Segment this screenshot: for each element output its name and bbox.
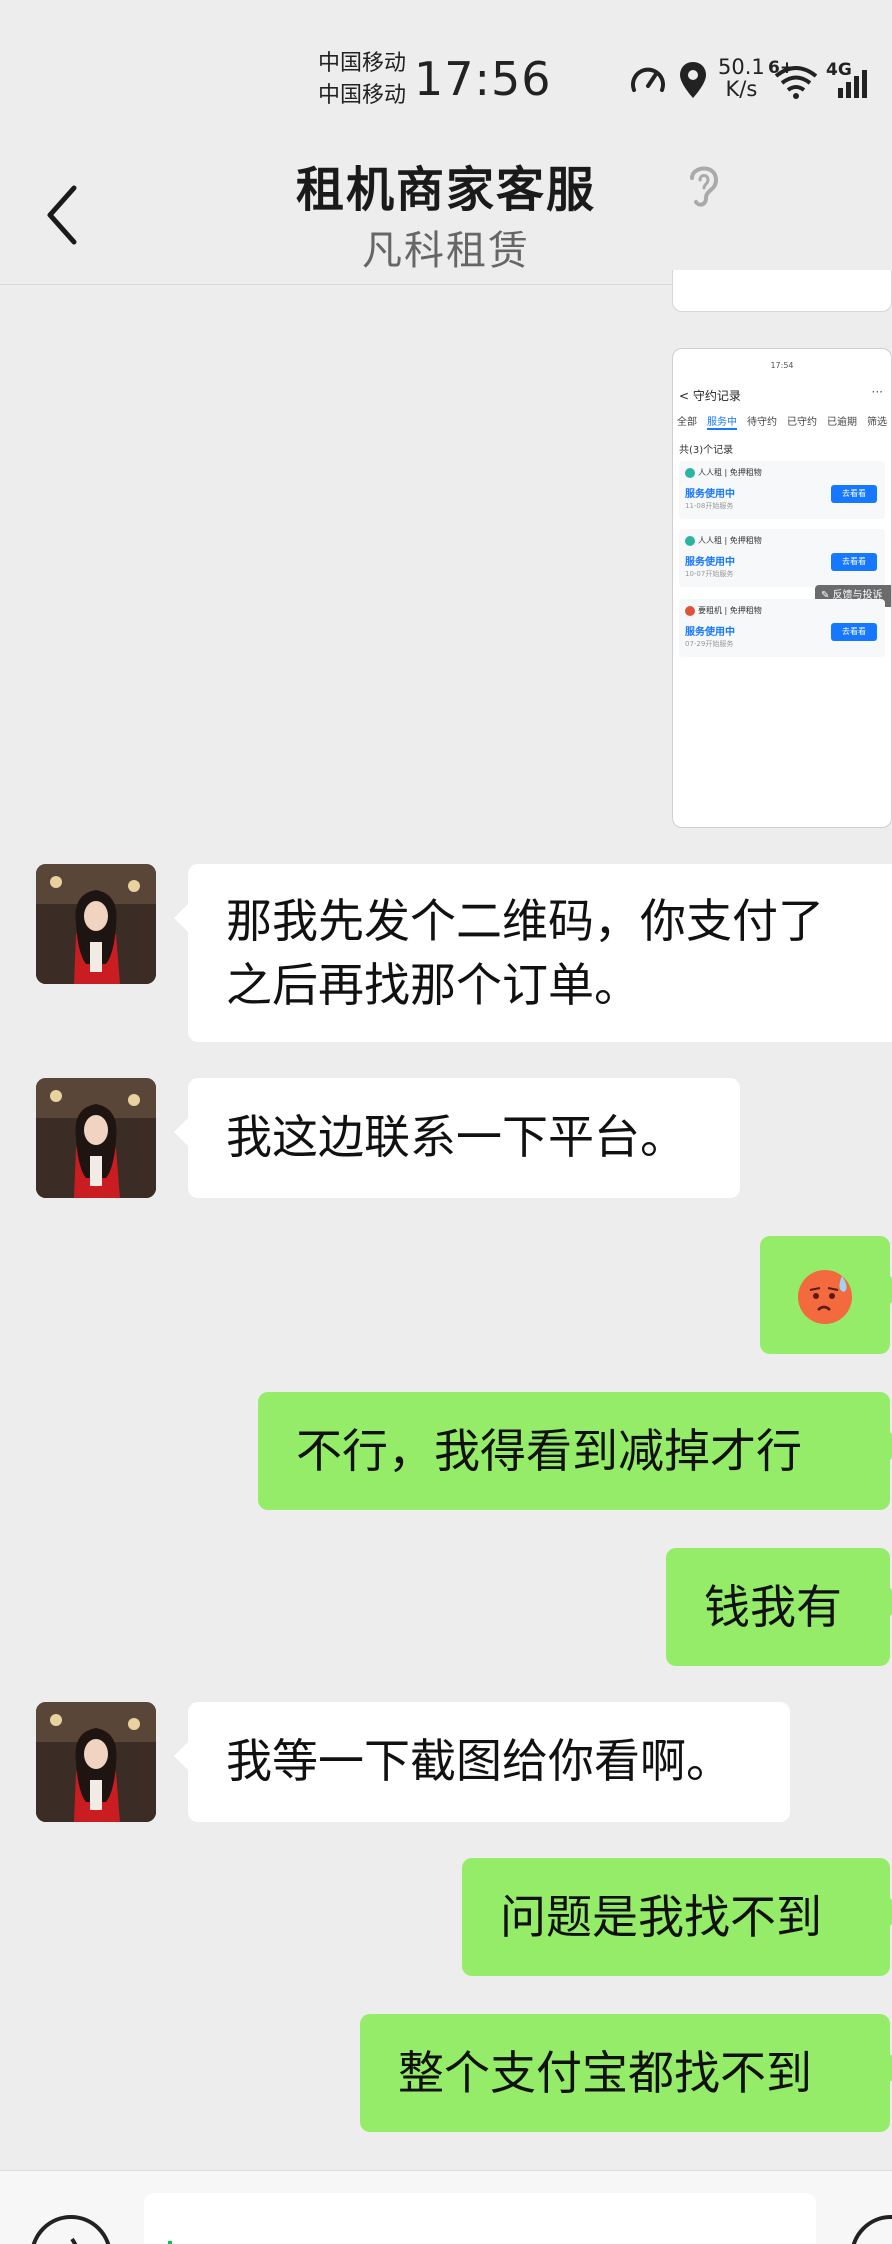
shot-page-title: < 守约记录 [679,389,741,403]
shot-tabs: 全部 服务中 待守约 已守约 已逾期 筛选 [677,413,887,430]
input-bar [0,2170,892,2244]
speedometer-icon [631,67,665,92]
message-bubble-incoming[interactable]: 我这边联系一下平台。 [174,1078,740,1198]
speed-unit: K/s [725,77,758,101]
message-bubble-outgoing[interactable]: 不行，我得看到减掉才行 [258,1392,892,1510]
message-text: 不行，我得看到减掉才行 [296,1424,802,1478]
screenshot-message[interactable]: 17:54 < 守约记录 ··· 全部 服务中 待守约 已守约 已逾期 筛选 共… [672,348,892,828]
location-icon [680,62,706,98]
wifi-icon [774,66,818,99]
clock: 17:56 [414,52,552,106]
brand-logo-icon [685,535,695,546]
shot-back-icon: < [679,389,693,403]
shot-status-time: 17:54 [770,361,794,370]
shot-order-card: 要租机 | 免押租物 服务使用中 07-29开始服务 去看看 [679,599,885,657]
chat-header: 租机商家客服 凡科租赁 [0,120,892,285]
message-text: 整个支付宝都找不到 [398,2046,812,2100]
shot-more-icon: ··· [871,385,883,399]
ear-icon [690,166,719,207]
chat-screen: 中国移动 中国移动 17:56 50.1 K/s 6+ 4G 租机商家客服 凡科… [0,0,892,2244]
shot-status: 服务使用中 [685,489,735,500]
shot-date: 11-08开始服务 [685,502,734,510]
avatar-image [36,1078,156,1198]
brand-logo-icon [685,467,695,478]
shot-status: 服务使用中 [685,557,735,568]
voice-icon [65,2237,78,2244]
sweat-face-emoji-icon [798,1270,852,1324]
contact-avatar[interactable] [36,864,156,984]
shot-brand: 要租机 | 免押租物 [685,605,762,616]
message-bubble-outgoing[interactable]: 整个支付宝都找不到 [360,2014,892,2132]
shot-view-button: 去看看 [831,553,877,571]
shot-tab-active: 服务中 [707,413,737,430]
shot-view-button: 去看看 [831,623,877,641]
shot-tab: 已逾期 [827,417,857,428]
status-bar: 中国移动 中国移动 17:56 50.1 K/s 6+ 4G [0,0,892,120]
message-input[interactable] [144,2193,816,2244]
message-bubble-outgoing[interactable] [760,1236,892,1354]
shot-tab: 筛选 [867,417,887,428]
shot-order-card: 人人租 | 免押租物 服务使用中 10-07开始服务 去看看 [679,529,885,587]
carrier-2: 中国移动 [318,83,407,108]
network-speed: 50.1 K/s [718,56,765,100]
avatar-image [36,864,156,984]
shot-brand: 人人租 | 免押租物 [685,467,762,478]
voice-input-button[interactable] [30,2215,112,2244]
message-bubble-outgoing[interactable]: 钱我有 [666,1548,892,1666]
shot-date: 10-07开始服务 [685,570,734,578]
message-text: 之后再找那个订单。 [226,958,640,1012]
message-bubble-incoming[interactable]: 我等一下截图给你看啊。 [174,1702,790,1822]
shot-view-button: 去看看 [831,485,877,503]
shot-tab: 已守约 [787,417,817,428]
shot-tab: 待守约 [747,417,777,428]
message-bubble-incoming[interactable]: 那我先发个二维码，你支付了 之后再找那个订单。 [174,864,892,1042]
shot-status: 服务使用中 [685,627,735,638]
shot-order-card: 人人租 | 免押租物 服务使用中 11-08开始服务 去看看 [679,461,885,519]
contact-avatar[interactable] [36,1702,156,1822]
message-text: 问题是我找不到 [500,1890,822,1944]
carrier-1: 中国移动 [318,51,407,76]
title-wrap: 租机商家客服 [0,150,892,220]
shot-brand: 人人租 | 免押租物 [685,535,762,546]
avatar-image [36,1702,156,1822]
contact-avatar[interactable] [36,1078,156,1198]
chat-subtitle: 凡科租赁 [362,228,530,274]
shot-count: 共(3)个记录 [679,445,734,456]
brand-logo-icon [685,605,695,616]
speed-value: 50.1 [718,55,765,79]
message-bubble-outgoing[interactable]: 问题是我找不到 [462,1858,892,1976]
message-text: 那我先发个二维码，你支付了 [226,894,824,948]
shot-tab: 全部 [677,417,697,428]
smiley-icon [854,2219,892,2244]
signal-icon [838,70,867,98]
message-text: 我等一下截图给你看啊。 [226,1734,732,1788]
previous-message-card[interactable] [672,270,892,312]
message-text: 我这边联系一下平台。 [226,1110,686,1164]
message-text: 钱我有 [704,1580,842,1634]
chat-title: 租机商家客服 [295,162,596,218]
emoji-button[interactable] [850,2215,892,2244]
shot-date: 07-29开始服务 [685,640,734,648]
